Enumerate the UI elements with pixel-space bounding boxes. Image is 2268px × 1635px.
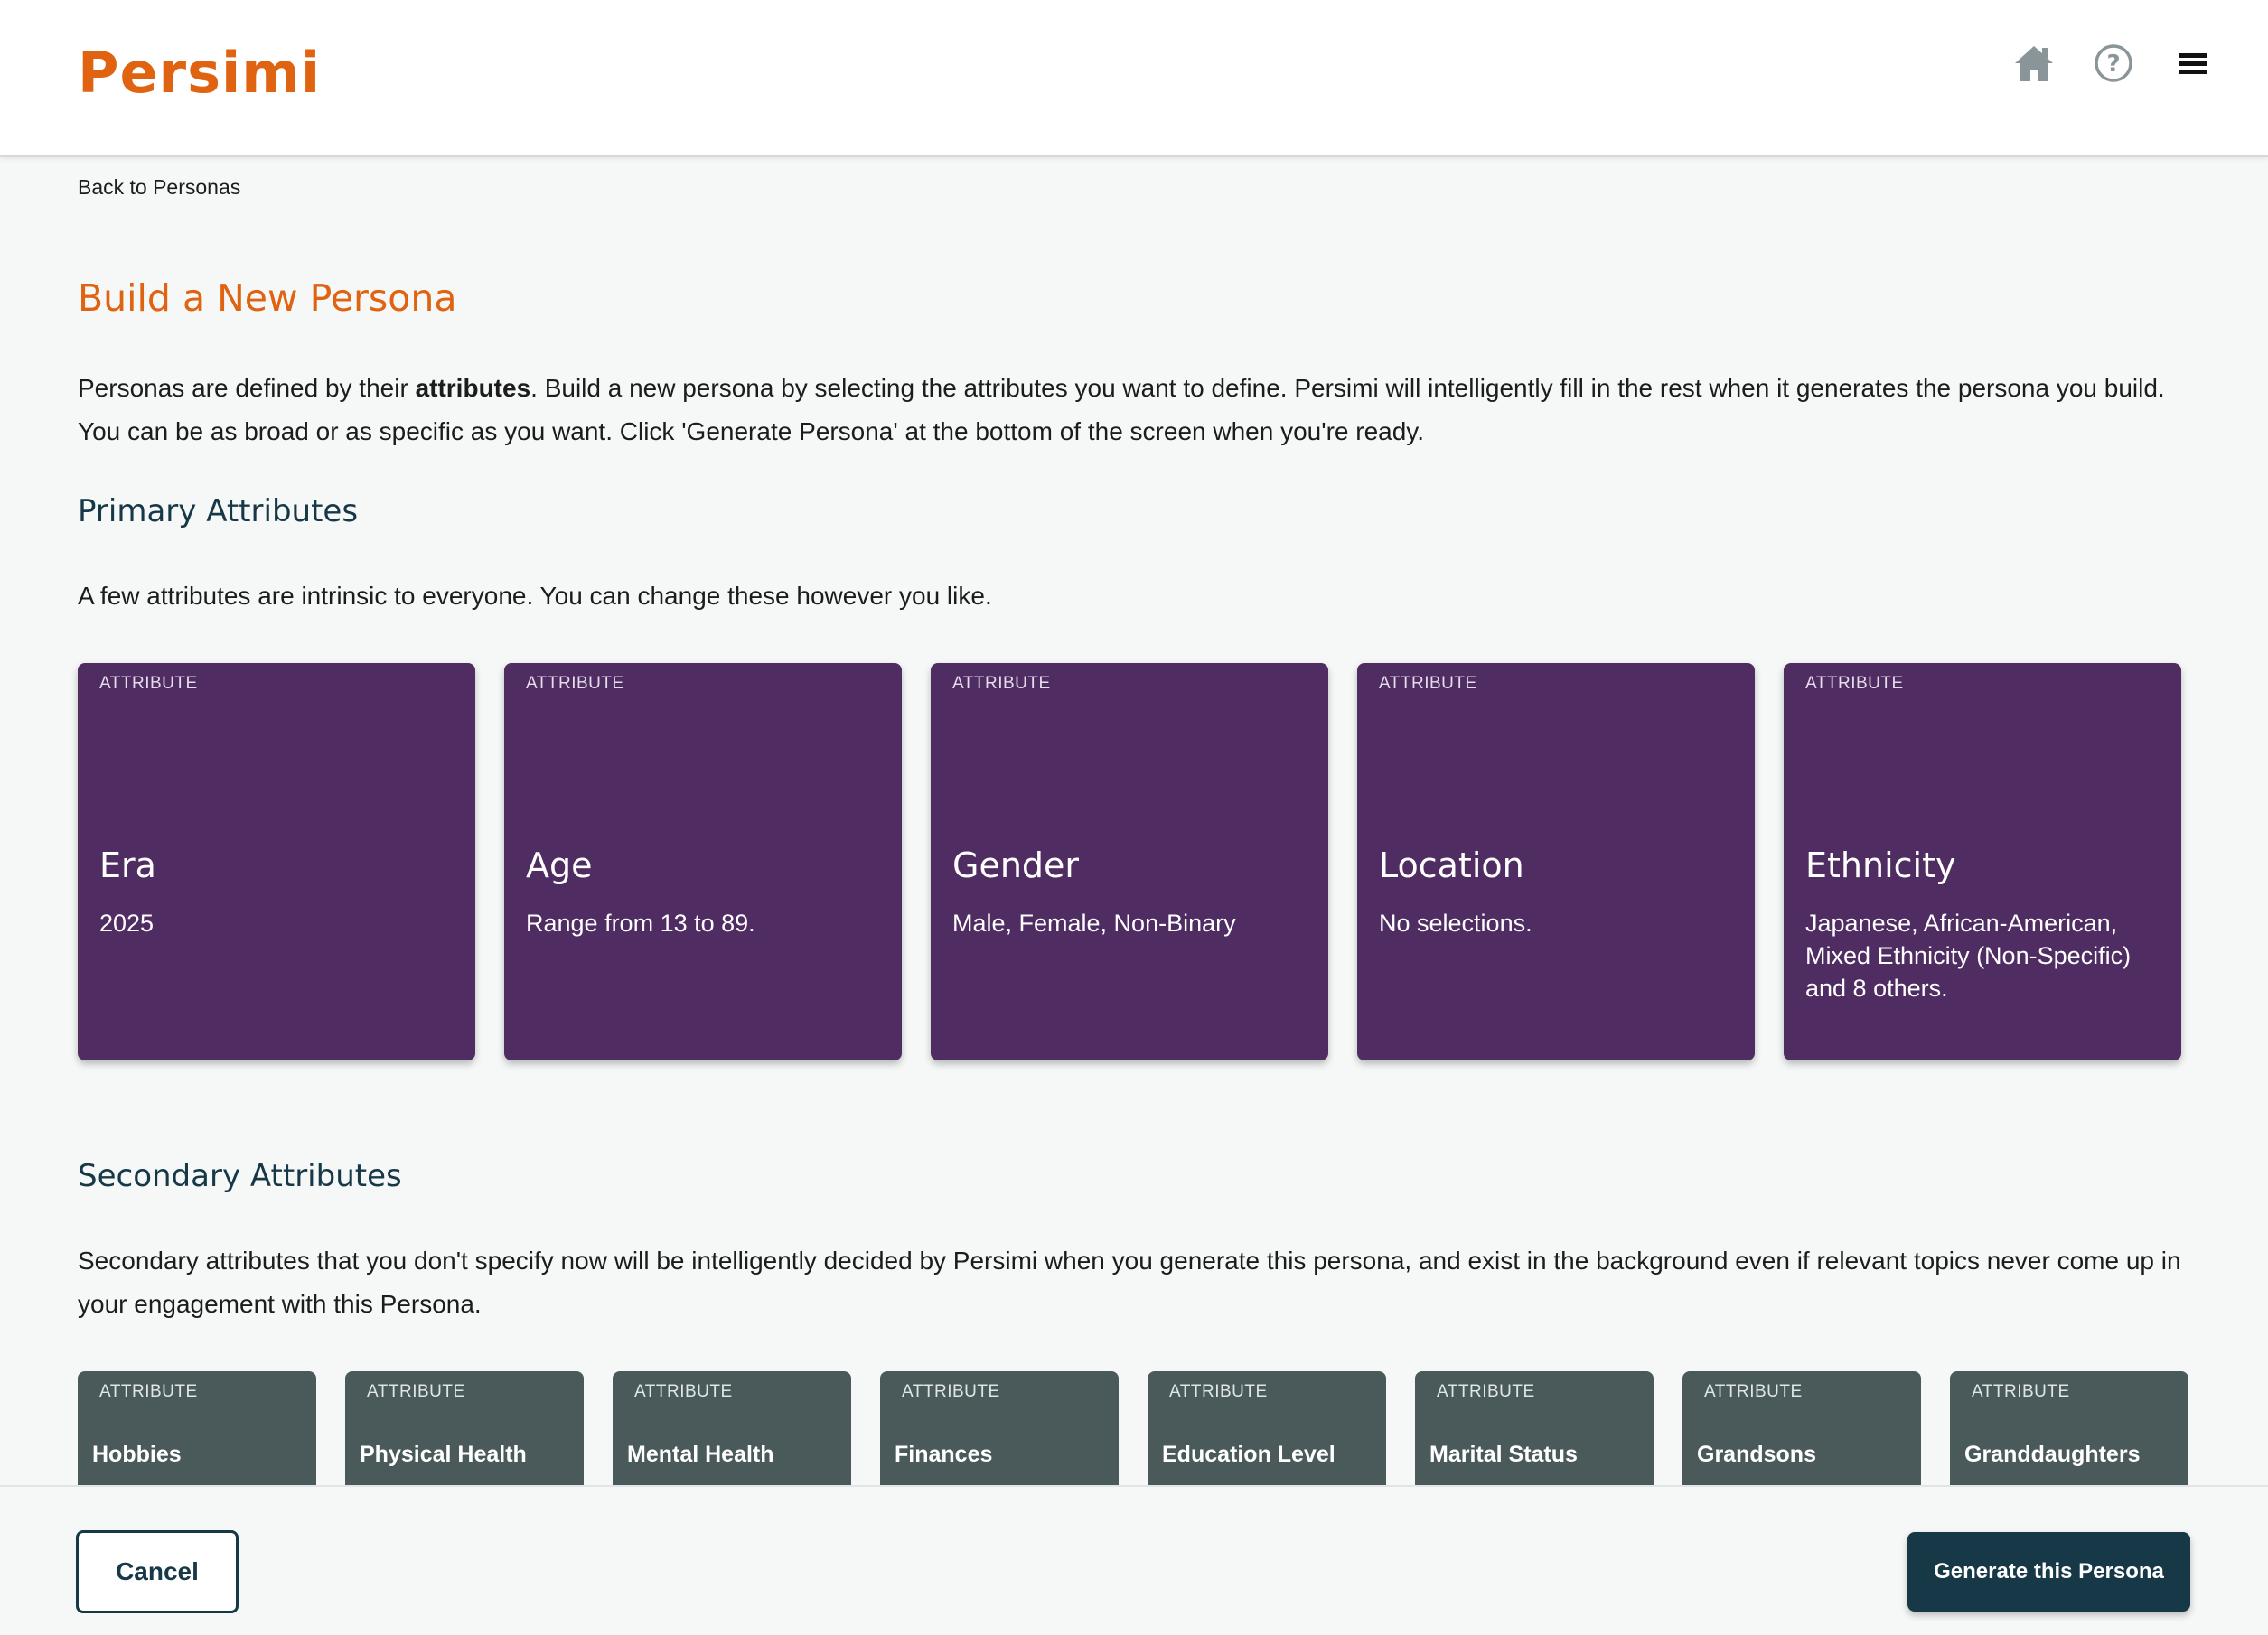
attribute-name: Physical Health — [360, 1442, 527, 1467]
attribute-tag: ATTRIBUTE — [634, 1382, 733, 1401]
attribute-name: Ethnicity — [1805, 846, 1956, 885]
menu-icon[interactable] — [2171, 45, 2215, 81]
action-footer: Cancel Generate this Persona — [0, 1485, 2268, 1635]
attribute-value: 2025 — [99, 910, 155, 937]
back-to-personas-link[interactable]: Back to Personas — [78, 175, 240, 200]
secondary-attributes-description: Secondary attributes that you don't spec… — [78, 1247, 2181, 1318]
attribute-name: Location — [1379, 846, 1524, 885]
attribute-card-ethnicity[interactable]: ATTRIBUTE Ethnicity Japanese, African-Am… — [1784, 663, 2181, 1060]
attribute-name: Era — [99, 846, 156, 885]
home-icon[interactable] — [2012, 42, 2056, 85]
attribute-value: Male, Female, Non-Binary — [952, 910, 1236, 937]
attribute-card-gender[interactable]: ATTRIBUTE Gender Male, Female, Non-Binar… — [931, 663, 1328, 1060]
attribute-tag: ATTRIBUTE — [526, 674, 624, 693]
page-title: Build a New Persona — [78, 276, 457, 320]
attribute-tag: ATTRIBUTE — [1169, 1382, 1268, 1401]
secondary-attributes-heading: Secondary Attributes — [78, 1158, 402, 1194]
attribute-tag: ATTRIBUTE — [99, 674, 198, 693]
top-header: Persimi ? — [0, 0, 2268, 157]
secondary-attributes-list: ATTRIBUTE Hobbies ATTRIBUTE Physical Hea… — [78, 1371, 2192, 1485]
attribute-card-hobbies[interactable]: ATTRIBUTE Hobbies — [78, 1371, 316, 1485]
intro-text: Personas are defined by their attributes… — [78, 367, 2192, 453]
attribute-card-mental-health[interactable]: ATTRIBUTE Mental Health — [613, 1371, 851, 1485]
intro-text-bold: attributes — [415, 374, 531, 402]
attribute-tag: ATTRIBUTE — [1972, 1382, 2070, 1401]
attribute-name: Age — [526, 846, 593, 885]
attribute-card-granddaughters[interactable]: ATTRIBUTE Granddaughters — [1950, 1371, 2188, 1485]
attribute-name: Finances — [895, 1442, 993, 1467]
attribute-tag: ATTRIBUTE — [1379, 674, 1477, 693]
attribute-card-marital-status[interactable]: ATTRIBUTE Marital Status — [1415, 1371, 1654, 1485]
attribute-card-age[interactable]: ATTRIBUTE Age Range from 13 to 89. — [504, 663, 902, 1060]
attribute-name: Grandsons — [1697, 1442, 1816, 1467]
attribute-tag: ATTRIBUTE — [902, 1382, 1000, 1401]
attribute-card-location[interactable]: ATTRIBUTE Location No selections. — [1357, 663, 1755, 1060]
help-icon[interactable]: ? — [2092, 42, 2135, 85]
svg-text:?: ? — [2106, 51, 2120, 78]
attribute-card-finances[interactable]: ATTRIBUTE Finances — [880, 1371, 1119, 1485]
attribute-value: Range from 13 to 89. — [526, 910, 755, 937]
attribute-tag: ATTRIBUTE — [952, 674, 1051, 693]
primary-attributes-heading: Primary Attributes — [78, 493, 359, 529]
attribute-card-grandsons[interactable]: ATTRIBUTE Grandsons — [1682, 1371, 1921, 1485]
generate-persona-button[interactable]: Generate this Persona — [1907, 1532, 2190, 1612]
attribute-name: Mental Health — [627, 1442, 774, 1467]
primary-attributes-description: A few attributes are intrinsic to everyo… — [78, 582, 992, 610]
attribute-name: Hobbies — [92, 1442, 182, 1467]
attribute-name: Marital Status — [1429, 1442, 1578, 1467]
cancel-button[interactable]: Cancel — [76, 1530, 239, 1613]
primary-attributes-list: ATTRIBUTE Era 2025 ATTRIBUTE Age Range f… — [78, 663, 2183, 1060]
attribute-tag: ATTRIBUTE — [1437, 1382, 1535, 1401]
attribute-value: Japanese, African-American, Mixed Ethnic… — [1805, 910, 2132, 1002]
attribute-name: Granddaughters — [1964, 1442, 2141, 1467]
attribute-card-era[interactable]: ATTRIBUTE Era 2025 — [78, 663, 475, 1060]
intro-text-start: Personas are defined by their — [78, 374, 416, 402]
attribute-tag: ATTRIBUTE — [1805, 674, 1904, 693]
attribute-tag: ATTRIBUTE — [1704, 1382, 1803, 1401]
attribute-name: Gender — [952, 846, 1080, 885]
attribute-tag: ATTRIBUTE — [99, 1382, 198, 1401]
app-logo[interactable]: Persimi — [78, 40, 321, 106]
attribute-value: No selections. — [1379, 910, 1532, 937]
attribute-card-education-level[interactable]: ATTRIBUTE Education Level — [1148, 1371, 1386, 1485]
attribute-name: Education Level — [1162, 1442, 1335, 1467]
attribute-tag: ATTRIBUTE — [367, 1382, 465, 1401]
attribute-card-physical-health[interactable]: ATTRIBUTE Physical Health — [345, 1371, 584, 1485]
